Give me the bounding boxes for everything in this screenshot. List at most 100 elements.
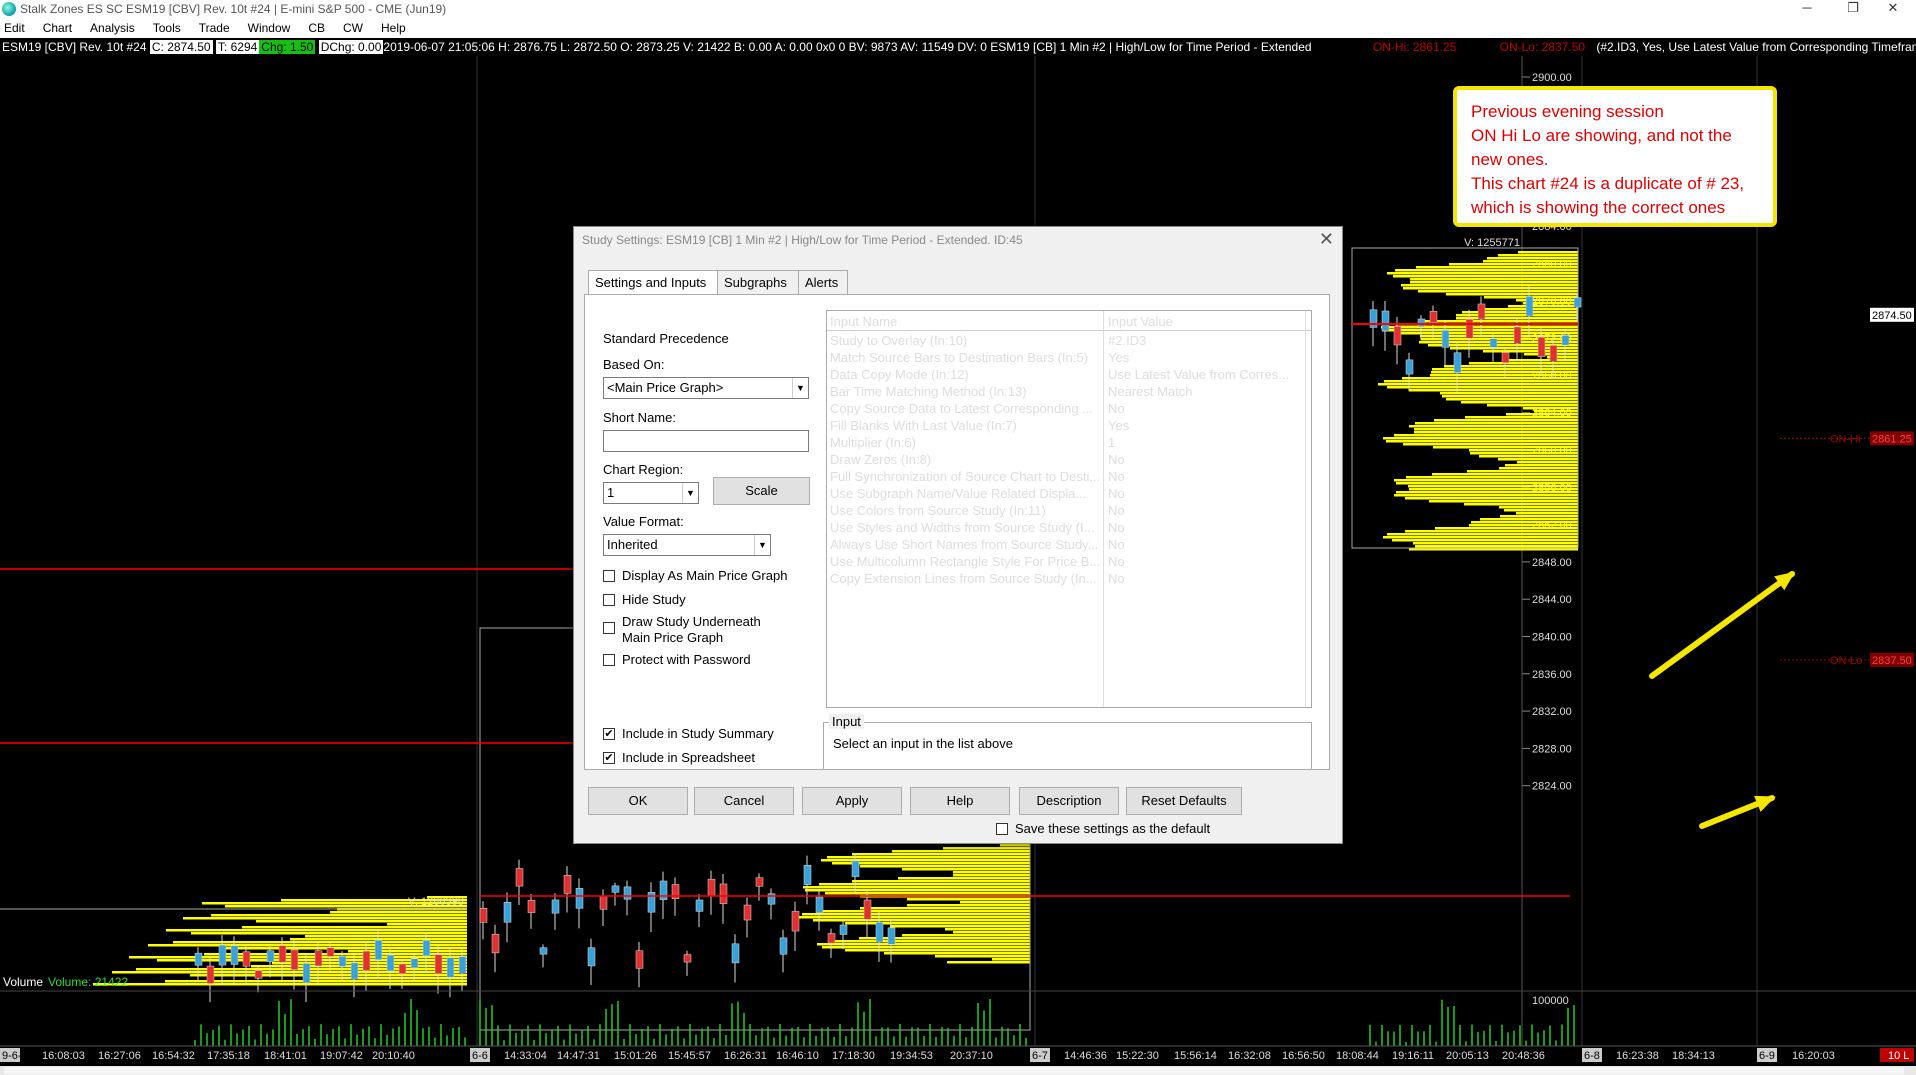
candle-body	[599, 895, 608, 910]
checkbox-box[interactable]	[603, 570, 615, 582]
include-in-spreadsheet-checkbox[interactable]: ✔ Include in Spreadsheet	[603, 750, 755, 765]
volume-profile-bar	[305, 935, 467, 938]
volume-profile-bar	[1498, 458, 1578, 461]
volume-profile-bar	[860, 907, 1030, 910]
description-button[interactable]: Description	[1019, 787, 1119, 815]
grid-row[interactable]: Bar Time Matching Method (In:13) Nearest …	[827, 384, 1311, 401]
candle-body	[635, 950, 644, 969]
close-icon[interactable]: ✕	[1870, 0, 1916, 18]
grid-row[interactable]: Use Multicolumn Rectangle Style For Pric…	[827, 554, 1311, 571]
grid-row[interactable]: Fill Blanks With Last Value (In:7) Yes	[827, 418, 1311, 435]
draw-study-underneath-checkbox[interactable]: Draw Study Underneath Main Price Graph	[603, 614, 783, 646]
volume-profile-bar	[852, 853, 1030, 856]
checkbox-box[interactable]: ✔	[603, 728, 615, 740]
volume-profile-bar	[1394, 434, 1578, 437]
volume-profile-bar	[1446, 293, 1578, 296]
bar-count-text: 10 L	[1888, 1050, 1909, 1062]
value-format-select[interactable]: Inherited ▼	[603, 534, 771, 556]
hide-study-checkbox[interactable]: Hide Study	[603, 592, 686, 607]
on-hi-tag-text: 2861.25	[1872, 433, 1912, 445]
grid-row[interactable]: Multiplier (In:6) 1	[827, 435, 1311, 452]
volume-profile-bar	[148, 944, 467, 947]
grid-header-input-value: Input Value	[1108, 314, 1173, 329]
menu-chart[interactable]: Chart	[43, 21, 72, 35]
volume-profile-bar	[907, 904, 1030, 907]
time-axis-label: 16:26:31	[724, 1050, 767, 1062]
volume-profile-bar	[1464, 503, 1578, 506]
candle-body	[731, 943, 740, 964]
menu-analysis[interactable]: Analysis	[90, 21, 135, 35]
based-on-select[interactable]: <Main Price Graph> ▼	[603, 377, 809, 399]
grid-cell-input-value: Use Latest Value from Corres...	[1108, 367, 1290, 382]
menu-cw[interactable]: CW	[343, 21, 363, 35]
volume-profile-bar	[166, 929, 467, 932]
volume-profile-bar	[1384, 380, 1578, 383]
tab-subgraphs[interactable]: Subgraphs	[717, 270, 799, 294]
on-lo-tag-text: 2837.50	[1872, 655, 1912, 667]
candle-body	[1441, 330, 1450, 348]
checkbox-box[interactable]	[996, 823, 1008, 835]
menu-window[interactable]: Window	[248, 21, 291, 35]
save-as-default-checkbox[interactable]: Save these settings as the default	[996, 821, 1210, 836]
volume-profile-bar	[1395, 269, 1578, 272]
volume-profile-bar	[1378, 383, 1578, 386]
menu-edit[interactable]: Edit	[4, 21, 25, 35]
grid-cell-input-name: Use Colors from Source Study (In:11)	[830, 503, 1046, 518]
cancel-button[interactable]: Cancel	[694, 787, 794, 815]
menu-help[interactable]: Help	[381, 21, 406, 35]
display-as-main-price-graph-checkbox[interactable]: Display As Main Price Graph	[603, 568, 787, 583]
grid-row[interactable]: Data Copy Mode (In:12) Use Latest Value f…	[827, 367, 1311, 384]
checkbox-box[interactable]: ✔	[603, 752, 615, 764]
grid-row[interactable]: Use Subgraph Name/Value Related Displa..…	[827, 486, 1311, 503]
current-price-text: 2874.50	[1872, 310, 1912, 322]
time-axis-label: 16:56:50	[1282, 1050, 1325, 1062]
menu-tools[interactable]: Tools	[153, 21, 181, 35]
protect-with-password-checkbox[interactable]: Protect with Password	[603, 652, 751, 667]
volume-profile-bar	[1430, 374, 1578, 377]
time-axis-label: 19:34:53	[890, 1050, 933, 1062]
volume-profile-bar	[1429, 500, 1578, 503]
time-axis-label: 16:27:06	[98, 1050, 141, 1062]
help-button[interactable]: Help	[910, 787, 1010, 815]
tab-alerts[interactable]: Alerts	[798, 270, 848, 294]
grid-row[interactable]: Draw Zeros (In:8) No	[827, 452, 1311, 469]
chevron-down-icon: ▼	[792, 378, 808, 398]
menu-cb[interactable]: CB	[308, 21, 325, 35]
dialog-close-icon[interactable]: ✕	[1319, 229, 1334, 250]
volume-profile-bar	[1504, 509, 1578, 512]
volume-profile-bar	[1483, 350, 1578, 353]
apply-button[interactable]: Apply	[802, 787, 902, 815]
scale-button[interactable]: Scale	[713, 477, 810, 505]
reset-defaults-button[interactable]: Reset Defaults	[1126, 787, 1242, 815]
grid-row[interactable]: Study to Overlay (In:10) #2.ID3	[827, 333, 1311, 350]
grid-row[interactable]: Full Synchronization of Source Chart to …	[827, 469, 1311, 486]
short-name-input[interactable]	[603, 430, 809, 452]
volume-profile-bar	[935, 955, 1030, 958]
chart-region-select[interactable]: 1 ▼	[603, 482, 699, 504]
candle-body	[491, 933, 500, 954]
inputs-grid[interactable]: Input Name Input Value Study to Overlay …	[826, 310, 1312, 708]
grid-row[interactable]: Always Use Short Names from Source Study…	[827, 537, 1311, 554]
annotation-line: which is showing the correct ones	[1471, 198, 1726, 217]
grid-row[interactable]: Copy Source Data to Latest Corresponding…	[827, 401, 1311, 418]
ok-button[interactable]: OK	[588, 787, 688, 815]
menu-trade[interactable]: Trade	[199, 21, 230, 35]
grid-cell-input-name: Match Source Bars to Destination Bars (I…	[830, 350, 1088, 365]
volume-profile-bar	[902, 934, 1030, 937]
candle-body	[875, 922, 884, 943]
grid-row[interactable]: Copy Extension Lines from Source Study (…	[827, 571, 1311, 588]
grid-row[interactable]: Use Colors from Source Study (In:11) No	[827, 503, 1311, 520]
checkbox-box[interactable]	[603, 594, 615, 606]
volume-profile-bar	[1479, 455, 1578, 458]
candle-body	[1537, 336, 1546, 357]
include-in-study-summary-checkbox[interactable]: ✔ Include in Study Summary	[603, 726, 774, 741]
grid-row[interactable]: Match Source Bars to Destination Bars (I…	[827, 350, 1311, 367]
grid-row[interactable]: Use Styles and Widths from Source Study …	[827, 520, 1311, 537]
grid-cell-input-value: No	[1108, 469, 1125, 484]
checkbox-box[interactable]	[603, 654, 615, 666]
grid-cell-input-name: Bar Time Matching Method (In:13)	[830, 384, 1027, 399]
time-session-label: 6-7	[1032, 1050, 1048, 1062]
tab-settings-and-inputs[interactable]: Settings and Inputs	[588, 270, 718, 295]
checkbox-box[interactable]	[603, 622, 615, 634]
minimize-icon[interactable]: ─	[1784, 0, 1830, 18]
